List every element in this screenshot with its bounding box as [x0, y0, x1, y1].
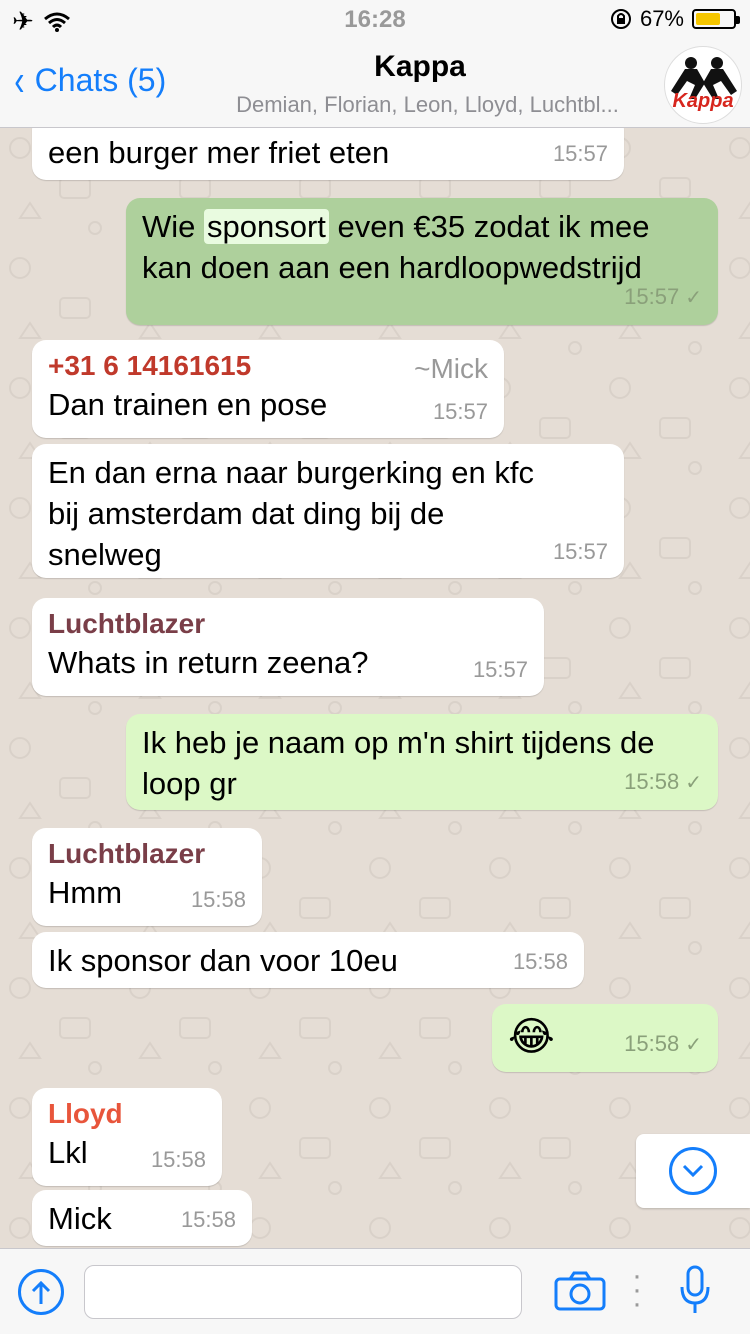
separator-dots: · · ·	[632, 1259, 642, 1320]
message-time: 15:58	[150, 1147, 206, 1172]
attach-button[interactable]	[18, 1269, 64, 1315]
message-text: een burger mer friet eten	[48, 135, 390, 170]
arrow-up-icon	[31, 1280, 51, 1304]
chat-header: ‹ Chats (5) Kappa Demian, Florian, Leon,…	[0, 40, 750, 128]
message-text: Mick	[48, 1201, 112, 1236]
message-text-before: Wie	[142, 209, 204, 244]
message-bubble[interactable]: Ik sponsor dan voor 10eu 15:58	[32, 932, 584, 988]
chat-participants[interactable]: Demian, Florian, Leon, Lloyd, Luchtbl...	[200, 92, 655, 118]
message-text: Dan trainen en pose	[48, 387, 328, 422]
message-time: 15:58	[190, 887, 246, 912]
message-time: 15:58 ✓	[624, 769, 702, 794]
message-bubble[interactable]: +31 6 14161615 ~Mick Dan trainen en pose…	[32, 340, 504, 438]
chat-title[interactable]: Kappa	[200, 50, 640, 84]
message-time: 15:58 ✓	[624, 1031, 702, 1056]
message-bubble[interactable]: Luchtblazer Whats in return zeena? 15:57	[32, 598, 544, 696]
microphone-icon	[680, 1265, 710, 1313]
message-sender[interactable]: Luchtblazer	[48, 606, 528, 642]
sender-alias: ~Mick	[414, 353, 488, 384]
status-bar: ✈ 16:28 67%	[0, 0, 750, 40]
message-text: Hmm	[48, 875, 123, 910]
message-time: 15:57	[432, 399, 488, 424]
message-bubble-outgoing[interactable]: Wie sponsort even €35 zodat ik mee kan d…	[126, 198, 718, 325]
rotation-lock-icon	[610, 9, 631, 29]
avatar-text: Kappa	[672, 90, 734, 112]
message-text: Lkl	[48, 1135, 88, 1170]
message-bubble[interactable]: En dan erna naar burgerking en kfc bij a…	[32, 444, 624, 578]
message-bubble-outgoing[interactable]: Ik heb je naam op m'n shirt tijdens de l…	[126, 714, 718, 810]
chevron-down-icon	[669, 1147, 717, 1195]
message-sender[interactable]: Lloyd	[48, 1096, 206, 1132]
message-time: 15:57 ✓	[624, 284, 702, 309]
message-text: Whats in return zeena?	[48, 645, 369, 680]
message-text: En dan erna naar burgerking en kfc bij a…	[48, 455, 534, 572]
message-text: Ik sponsor dan voor 10eu	[48, 943, 398, 978]
message-time: 15:57	[552, 141, 608, 166]
highlighted-word: sponsort	[204, 209, 329, 244]
back-label: Chats (5)	[34, 62, 167, 98]
message-sender[interactable]: Luchtblazer	[48, 836, 246, 872]
message-time: 15:57	[552, 539, 608, 564]
back-button[interactable]: ‹ Chats (5)	[12, 55, 167, 105]
battery-icon	[692, 9, 740, 29]
chevron-left-icon: ‹	[14, 55, 25, 105]
voice-message-button[interactable]	[678, 1265, 712, 1320]
message-time: 15:58	[512, 949, 568, 974]
message-text: Ik heb je naam op m'n shirt tijdens de l…	[142, 725, 655, 801]
message-input[interactable]	[84, 1265, 522, 1319]
message-input-bar: · · ·	[0, 1248, 750, 1334]
message-time: 15:57	[472, 657, 528, 682]
sent-check-icon: ✓	[685, 1034, 702, 1056]
battery-percent: 67%	[639, 6, 684, 31]
message-bubble-outgoing[interactable]: 😂 15:58 ✓	[492, 1004, 718, 1072]
sent-check-icon: ✓	[685, 772, 702, 794]
scroll-to-bottom-button[interactable]	[636, 1134, 750, 1208]
camera-icon	[554, 1271, 606, 1311]
message-bubble[interactable]: Lloyd Lkl 15:58	[32, 1088, 222, 1186]
camera-button[interactable]	[554, 1271, 606, 1316]
status-right: 67%	[610, 6, 740, 32]
message-bubble[interactable]: Luchtblazer Hmm 15:58	[32, 828, 262, 926]
message-bubble[interactable]: een burger mer friet eten 15:57	[32, 128, 624, 180]
message-list[interactable]: een burger mer friet eten 15:57 Wie spon…	[0, 128, 750, 1248]
sent-check-icon: ✓	[685, 287, 702, 309]
message-time: 15:58	[180, 1207, 236, 1232]
group-avatar[interactable]: Kappa	[664, 46, 742, 124]
laughing-emoji: 😂	[508, 1015, 555, 1059]
message-bubble[interactable]: Mick 15:58	[32, 1190, 252, 1246]
